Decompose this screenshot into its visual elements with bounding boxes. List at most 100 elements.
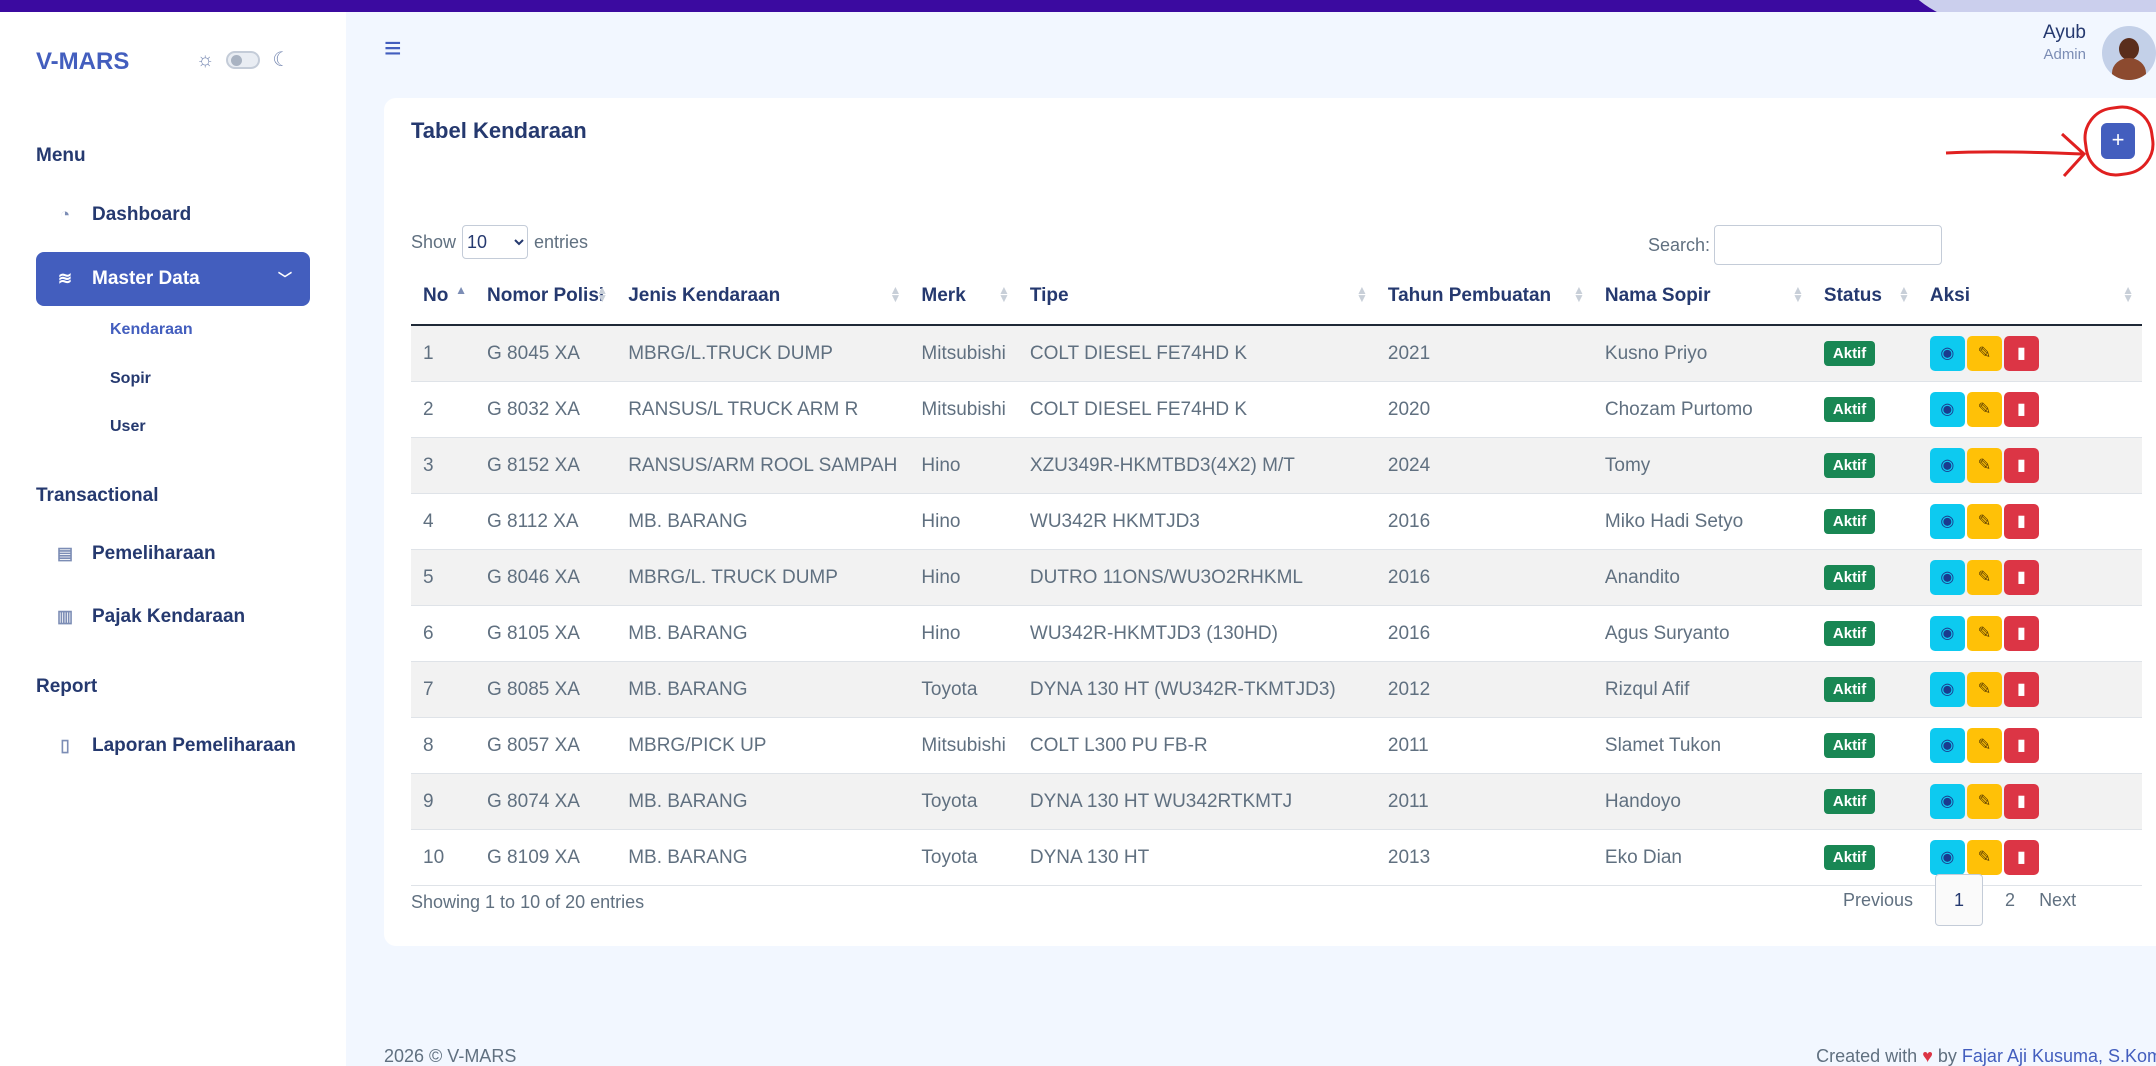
view-button[interactable]: ◉ [1929, 728, 1965, 763]
status-badge: Aktif [1823, 677, 1876, 702]
theme-toggle[interactable]: ☼ ☾ [196, 50, 290, 70]
submenu-item-kendaraan[interactable]: Kendaraan [110, 321, 193, 339]
delete-button[interactable]: ▮ [2003, 504, 2039, 539]
column-label: Nomor Polisi [487, 285, 605, 306]
sidebar-item-dashboard[interactable]: ◔ Dashboard [36, 188, 310, 242]
status-badge: Aktif [1823, 565, 1876, 590]
edit-button[interactable]: ✎ [1966, 840, 2002, 875]
previous-page-button[interactable]: Previous [1831, 875, 1925, 925]
column-header-tipe[interactable]: Tipe ▲ ▼ [1017, 268, 1376, 326]
view-button[interactable]: ◉ [1929, 672, 1965, 707]
user-menu[interactable]: Ayub Admin [2043, 22, 2086, 63]
edit-button[interactable]: ✎ [1966, 448, 2002, 483]
delete-button[interactable]: ▮ [2003, 616, 2039, 651]
sun-icon: ☼ [196, 49, 215, 71]
footer-credit: Created with ♥ by Fajar Aji Kusuma, S.Ko… [1816, 1046, 2156, 1066]
column-header-status[interactable]: Status ▲ ▼ [1811, 268, 1918, 326]
add-vehicle-button[interactable]: + [2101, 123, 2135, 159]
table-row: 9G 8074 XA MB. BARANG Toyota DYNA 130 HT WU… [411, 773, 2142, 830]
sidebar: V-MARS ☼ ☾ Menu ◔ Dashboard ≋ Master Dat… [0, 12, 346, 1066]
edit-button[interactable]: ✎ [1966, 504, 2002, 539]
view-button[interactable]: ◉ [1929, 504, 1965, 539]
table-row: 7G 8085 XA MB. BARANG Toyota DYNA 130 HT (W… [411, 661, 2142, 718]
delete-button[interactable]: ▮ [2003, 840, 2039, 875]
view-button[interactable]: ◉ [1929, 840, 1965, 875]
cell-jenis-kendaraan: MB. BARANG [616, 605, 910, 662]
page-2-button[interactable]: 2 [1993, 875, 2027, 925]
view-button[interactable]: ◉ [1929, 448, 1965, 483]
edit-button[interactable]: ✎ [1966, 672, 2002, 707]
next-page-button[interactable]: Next [2027, 875, 2088, 925]
delete-button[interactable]: ▮ [2003, 672, 2039, 707]
trash-icon: ▮ [2016, 681, 2026, 698]
user-name: Ayub [2043, 22, 2086, 43]
cell-jenis-kendaraan: MB. BARANG [616, 773, 910, 830]
cell-merk: Mitsubishi [909, 717, 1018, 774]
cell-nama-sopir: Anandito [1592, 549, 1812, 606]
column-header-nama-sopir[interactable]: Nama Sopir ▲ ▼ [1592, 268, 1812, 326]
sidebar-item-master-data[interactable]: ≋ Master Data ﹀ [36, 252, 310, 306]
sidebar-item-laporan-pemeliharaan[interactable]: ▯ Laporan Pemeliharaan [36, 719, 310, 773]
delete-button[interactable]: ▮ [2003, 336, 2039, 371]
hamburger-menu-icon[interactable]: ≡ [384, 34, 402, 64]
sort-icon: ▲ ▼ [1573, 283, 1585, 305]
cell-status: Aktif [1811, 381, 1918, 438]
user-role: Admin [2043, 46, 2086, 63]
delete-button[interactable]: ▮ [2003, 392, 2039, 427]
edit-button[interactable]: ✎ [1966, 336, 2002, 371]
edit-button[interactable]: ✎ [1966, 728, 2002, 763]
avatar[interactable] [2102, 26, 2156, 80]
eye-icon: ◉ [1940, 737, 1955, 754]
eye-icon: ◉ [1940, 401, 1955, 418]
cell-nomor-polisi: G 8109 XA [475, 829, 617, 886]
pencil-icon: ✎ [1977, 793, 1992, 810]
footer-author-link[interactable]: Fajar Aji Kusuma, S.Kom [1962, 1046, 2156, 1066]
pencil-icon: ✎ [1977, 737, 1992, 754]
edit-button[interactable]: ✎ [1966, 784, 2002, 819]
pencil-icon: ✎ [1977, 625, 1992, 642]
column-header-no[interactable]: No ▲ [411, 268, 475, 326]
cell-no: 1 [411, 325, 475, 382]
delete-button[interactable]: ▮ [2003, 448, 2039, 483]
sidebar-item-pemeliharaan[interactable]: ▤ Pemeliharaan [36, 527, 310, 581]
trash-icon: ▮ [2016, 401, 2026, 418]
delete-button[interactable]: ▮ [2003, 560, 2039, 595]
cell-jenis-kendaraan: MB. BARANG [616, 829, 910, 886]
column-header-jenis-kendaraan[interactable]: Jenis Kendaraan ▲ ▼ [616, 268, 910, 326]
dark-mode-switch[interactable] [226, 51, 261, 69]
delete-button[interactable]: ▮ [2003, 728, 2039, 763]
edit-button[interactable]: ✎ [1966, 560, 2002, 595]
column-header-merk[interactable]: Merk ▲ ▼ [909, 268, 1018, 326]
view-button[interactable]: ◉ [1929, 336, 1965, 371]
edit-button[interactable]: ✎ [1966, 616, 2002, 651]
cell-merk: Hino [909, 549, 1018, 606]
cell-tahun-pembuatan: 2016 [1375, 549, 1593, 606]
page-1-button[interactable]: 1 [1935, 874, 1984, 926]
cell-tahun-pembuatan: 2012 [1375, 661, 1593, 718]
view-button[interactable]: ◉ [1929, 784, 1965, 819]
view-button[interactable]: ◉ [1929, 560, 1965, 595]
cell-tahun-pembuatan: 2011 [1375, 717, 1593, 774]
edit-button[interactable]: ✎ [1966, 392, 2002, 427]
cell-aksi: ◉ ✎ ▮ [1917, 661, 2142, 718]
cell-no: 3 [411, 437, 475, 494]
cell-no: 8 [411, 717, 475, 774]
view-button[interactable]: ◉ [1929, 392, 1965, 427]
column-header-nomor-polisi[interactable]: Nomor Polisi ▲ ▼ [475, 268, 617, 326]
submenu-item-sopir[interactable]: Sopir [110, 370, 151, 388]
column-header-aksi[interactable]: Aksi ▲ ▼ [1917, 268, 2142, 326]
cell-merk: Toyota [909, 661, 1018, 718]
column-header-tahun-pembuatan[interactable]: Tahun Pembuatan ▲ ▼ [1375, 268, 1593, 326]
pencil-icon: ✎ [1977, 513, 1992, 530]
footer-created-with: Created with [1816, 1046, 1918, 1066]
search-input[interactable] [1714, 225, 1942, 265]
brand-logo[interactable]: V-MARS [36, 48, 129, 76]
report-section-title: Report [36, 676, 98, 697]
cell-tipe: COLT DIESEL FE74HD K [1017, 325, 1376, 382]
submenu-item-user[interactable]: User [110, 418, 146, 436]
view-button[interactable]: ◉ [1929, 616, 1965, 651]
sidebar-item-pajak-kendaraan[interactable]: ▥ Pajak Kendaraan [36, 590, 310, 644]
entries-length-select[interactable]: 10 [462, 225, 529, 259]
delete-button[interactable]: ▮ [2003, 784, 2039, 819]
sort-icon: ▲ ▼ [889, 283, 902, 305]
